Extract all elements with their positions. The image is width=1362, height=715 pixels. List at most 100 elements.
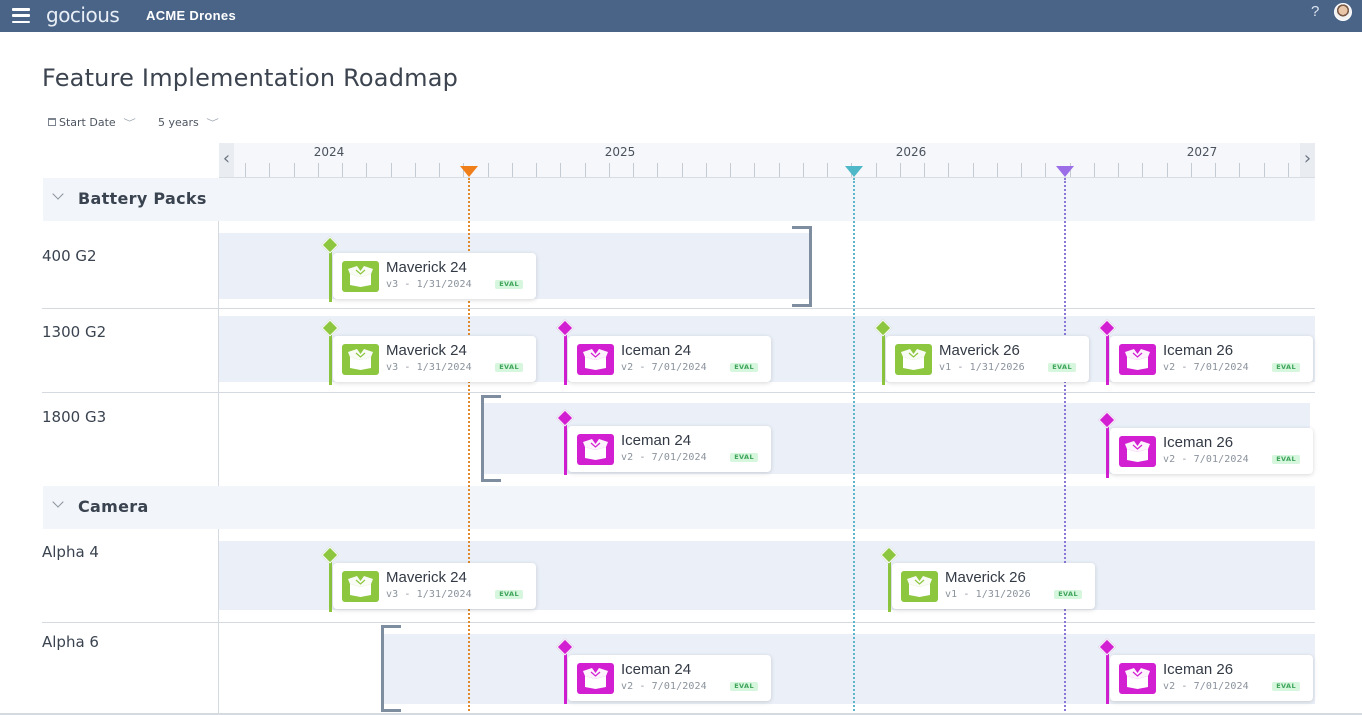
month-tick [973, 163, 974, 177]
milestone-card[interactable]: Maverick 24 v3 - 1/31/2024 EVAL [333, 563, 536, 609]
month-tick [366, 163, 367, 177]
group-header-battery-packs[interactable]: Battery Packs [43, 178, 1315, 221]
status-badge: EVAL [730, 363, 758, 372]
card-title: Iceman 26 [1163, 342, 1234, 359]
timeline-prev-button[interactable]: ‹ [219, 143, 234, 177]
status-badge: EVAL [1272, 363, 1300, 372]
milestone-card[interactable]: Maverick 26 v1 - 1/31/2026 EVAL [892, 563, 1095, 609]
milestone-card[interactable]: Iceman 26 v2 - 7/01/2024 EVAL [1110, 655, 1313, 701]
start-date-dropdown[interactable]: Start Date ﹀ [48, 116, 135, 129]
month-tick [536, 163, 537, 177]
status-badge: EVAL [1048, 363, 1076, 372]
card-subtitle: v3 - 1/31/2024 [386, 279, 472, 290]
year-label: 2025 [604, 145, 636, 159]
avatar[interactable] [1334, 3, 1352, 21]
year-label: 2024 [313, 145, 345, 159]
card-title: Maverick 26 [945, 569, 1026, 586]
milestone-stem [329, 332, 332, 385]
month-tick [1239, 163, 1240, 177]
milestone-card[interactable]: Maverick 26 v1 - 1/31/2026 EVAL [886, 336, 1089, 382]
month-tick [900, 163, 901, 177]
start-bracket[interactable] [381, 625, 401, 712]
month-tick [391, 163, 392, 177]
card-subtitle: v2 - 7/01/2024 [621, 681, 707, 692]
card-title: Maverick 24 [386, 342, 467, 359]
milestone-card[interactable]: Iceman 26 v2 - 7/01/2024 EVAL [1110, 428, 1313, 474]
end-bracket[interactable] [792, 226, 812, 307]
milestone-stem [329, 249, 332, 302]
card-subtitle: v1 - 1/31/2026 [939, 362, 1025, 373]
company-name: ACME Drones [146, 8, 236, 23]
start-bracket[interactable] [481, 395, 501, 482]
month-tick [657, 163, 658, 177]
box-icon [1119, 436, 1156, 467]
box-icon [577, 663, 614, 694]
card-title: Iceman 24 [621, 661, 692, 678]
milestone-card[interactable]: Iceman 26 v2 - 7/01/2024 EVAL [1110, 336, 1313, 382]
row-divider [42, 622, 1315, 623]
status-badge: EVAL [1054, 590, 1082, 599]
chevron-down-icon [52, 496, 64, 508]
milestone-stem [564, 422, 567, 475]
box-icon [895, 344, 932, 375]
timeline-next-button[interactable]: › [1300, 143, 1315, 177]
month-tick [633, 163, 634, 177]
row-label: Alpha 4 [42, 543, 99, 561]
month-tick [1142, 163, 1143, 177]
card-subtitle: v2 - 7/01/2024 [1163, 362, 1249, 373]
card-subtitle: v2 - 7/01/2024 [1163, 681, 1249, 692]
calendar-icon [48, 118, 56, 126]
month-tick [1094, 163, 1095, 177]
year-label: 2026 [895, 145, 927, 159]
row-divider [42, 392, 1315, 393]
start-date-label: Start Date [59, 116, 116, 129]
group-header-camera[interactable]: Camera [43, 486, 1315, 529]
card-subtitle: v2 - 7/01/2024 [621, 452, 707, 463]
row-label: 1800 G3 [42, 408, 107, 426]
help-icon[interactable]: ? [1311, 3, 1319, 20]
month-tick [876, 163, 877, 177]
box-icon [342, 571, 379, 602]
status-badge: EVAL [495, 590, 523, 599]
menu-icon[interactable] [12, 8, 30, 24]
box-icon [577, 434, 614, 465]
month-tick [682, 163, 683, 177]
status-badge: EVAL [1272, 455, 1300, 464]
card-title: Iceman 26 [1163, 661, 1234, 678]
box-icon [342, 261, 379, 292]
teal-marker-line [853, 178, 855, 715]
teal-milestone-marker[interactable] [845, 166, 863, 177]
month-tick [609, 163, 610, 177]
card-title: Maverick 24 [386, 259, 467, 276]
timeline-axis: ‹ › 2024 2025 2026 2027 [219, 143, 1315, 178]
row-label: 400 G2 [42, 247, 97, 265]
month-tick [1167, 163, 1168, 177]
group-label: Camera [78, 497, 149, 516]
logo[interactable]: gocious [46, 3, 120, 27]
purple-milestone-marker[interactable] [1056, 166, 1074, 177]
month-tick [1215, 163, 1216, 177]
box-icon [577, 344, 614, 375]
milestone-card[interactable]: Maverick 24 v3 - 1/31/2024 EVAL [333, 253, 536, 299]
range-dropdown[interactable]: 5 years ﹀ [158, 116, 219, 129]
milestone-card[interactable]: Iceman 24 v2 - 7/01/2024 EVAL [568, 655, 771, 701]
month-tick [1021, 163, 1022, 177]
card-title: Iceman 26 [1163, 434, 1234, 451]
milestone-stem [1106, 424, 1109, 478]
month-tick [585, 163, 586, 177]
month-tick [1288, 163, 1289, 177]
milestone-card[interactable]: Maverick 24 v3 - 1/31/2024 EVAL [333, 336, 536, 382]
month-tick [779, 163, 780, 177]
row-label: Alpha 6 [42, 633, 99, 651]
month-tick [269, 163, 270, 177]
milestone-card[interactable]: Iceman 24 v2 - 7/01/2024 EVAL [568, 426, 771, 472]
orange-milestone-marker[interactable] [460, 166, 478, 177]
box-icon [901, 571, 938, 602]
card-subtitle: v1 - 1/31/2026 [945, 589, 1031, 600]
month-tick [1045, 163, 1046, 177]
milestone-card[interactable]: Iceman 24 v2 - 7/01/2024 EVAL [568, 336, 771, 382]
month-tick [730, 163, 731, 177]
milestone-stem [882, 332, 885, 385]
card-subtitle: v3 - 1/31/2024 [386, 589, 472, 600]
status-badge: EVAL [1272, 682, 1300, 691]
